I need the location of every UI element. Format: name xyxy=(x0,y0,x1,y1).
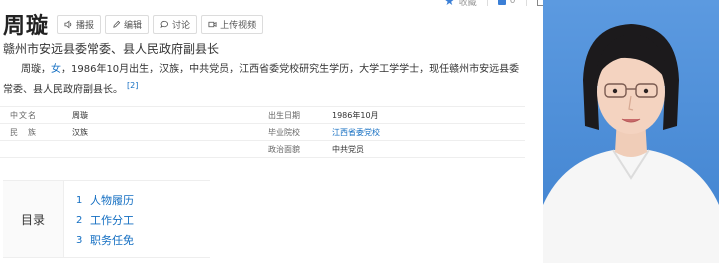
reference-link[interactable]: [2] xyxy=(127,81,138,90)
pencil-icon xyxy=(113,20,121,28)
toc-label: 工作分工 xyxy=(90,214,134,227)
info-row: 民 族 汉族 毕业院校 江西省委党校 xyxy=(0,124,525,141)
info-value: 汉族 xyxy=(72,127,88,137)
table-of-contents: 目录 1 人物履历 2 工作分工 3 职务任免 xyxy=(3,180,210,258)
info-value: 周璇 xyxy=(72,110,88,120)
edit-label: 编辑 xyxy=(124,20,143,31)
edit-button[interactable]: 编辑 xyxy=(105,14,150,34)
play-label: 播报 xyxy=(76,20,95,31)
toc-number: 2 xyxy=(76,214,83,226)
toc-label: 人物履历 xyxy=(90,194,134,207)
favorite-label: 收藏 xyxy=(458,0,477,8)
play-button[interactable]: 播报 xyxy=(57,14,102,34)
video-icon xyxy=(208,21,217,27)
info-row: 政治面貌 中共党员 xyxy=(0,141,525,158)
upload-video-button[interactable]: 上传视频 xyxy=(201,14,264,34)
toc-number: 1 xyxy=(76,194,83,206)
like-count: 0 xyxy=(509,0,516,6)
info-row: 中文名 周璇 出生日期 1986年10月 xyxy=(0,106,525,124)
page-title: 周璇 xyxy=(3,14,50,39)
thumbs-up-icon xyxy=(497,0,506,5)
upload-video-label: 上传视频 xyxy=(220,20,257,31)
info-key: 政治面貌 xyxy=(268,144,300,154)
title-row: 周璇 播报 编辑 讨论 上传视频 xyxy=(3,8,267,40)
toc-item-career[interactable]: 1 人物履历 xyxy=(76,190,134,210)
info-value: 中共党员 xyxy=(332,144,364,154)
info-key: 中文名 xyxy=(10,110,37,120)
gender-link[interactable]: 女 xyxy=(51,64,61,75)
toolbar-divider xyxy=(525,0,527,6)
toc-item-duties[interactable]: 2 工作分工 xyxy=(76,210,134,230)
portrait-illustration xyxy=(543,0,719,263)
info-key: 民 族 xyxy=(10,127,37,137)
info-value: 1986年10月 xyxy=(332,110,379,120)
discuss-label: 讨论 xyxy=(172,20,191,31)
chat-bubble-icon xyxy=(160,20,168,28)
star-icon: ★ xyxy=(444,0,455,8)
school-link[interactable]: 江西省委党校 xyxy=(332,127,380,138)
favorite-button[interactable]: ★ 收藏 xyxy=(444,0,477,8)
summary-paragraph: 周璇，女，1986年10月出生，汉族，中共党员，江西省委党校研究生学历，大学工学… xyxy=(3,62,528,98)
toc-heading: 目录 xyxy=(3,181,64,257)
portrait-photo[interactable] xyxy=(543,0,719,263)
speaker-icon xyxy=(64,20,72,28)
info-key: 出生日期 xyxy=(268,110,300,120)
info-key: 毕业院校 xyxy=(268,127,300,137)
discuss-button[interactable]: 讨论 xyxy=(153,14,198,34)
toolbar-divider xyxy=(486,0,488,6)
summary-text-part1: 周璇， xyxy=(21,64,51,75)
toc-item-appointments[interactable]: 3 职务任免 xyxy=(76,230,134,250)
summary-text-part2: ，1986年10月出生，汉族，中共党员，江西省委党校研究生学历，大学工学学士，现… xyxy=(3,64,520,96)
toc-label: 职务任免 xyxy=(90,234,134,247)
basic-info-table: 中文名 周璇 出生日期 1986年10月 民 族 汉族 毕业院校 江西省委党校 … xyxy=(0,106,525,158)
toc-list: 1 人物履历 2 工作分工 3 职务任免 xyxy=(64,181,134,257)
like-button[interactable]: 0 xyxy=(497,0,516,6)
toc-number: 3 xyxy=(76,234,83,246)
person-subtitle: 赣州市安远县委常委、县人民政府副县长 xyxy=(3,42,220,56)
